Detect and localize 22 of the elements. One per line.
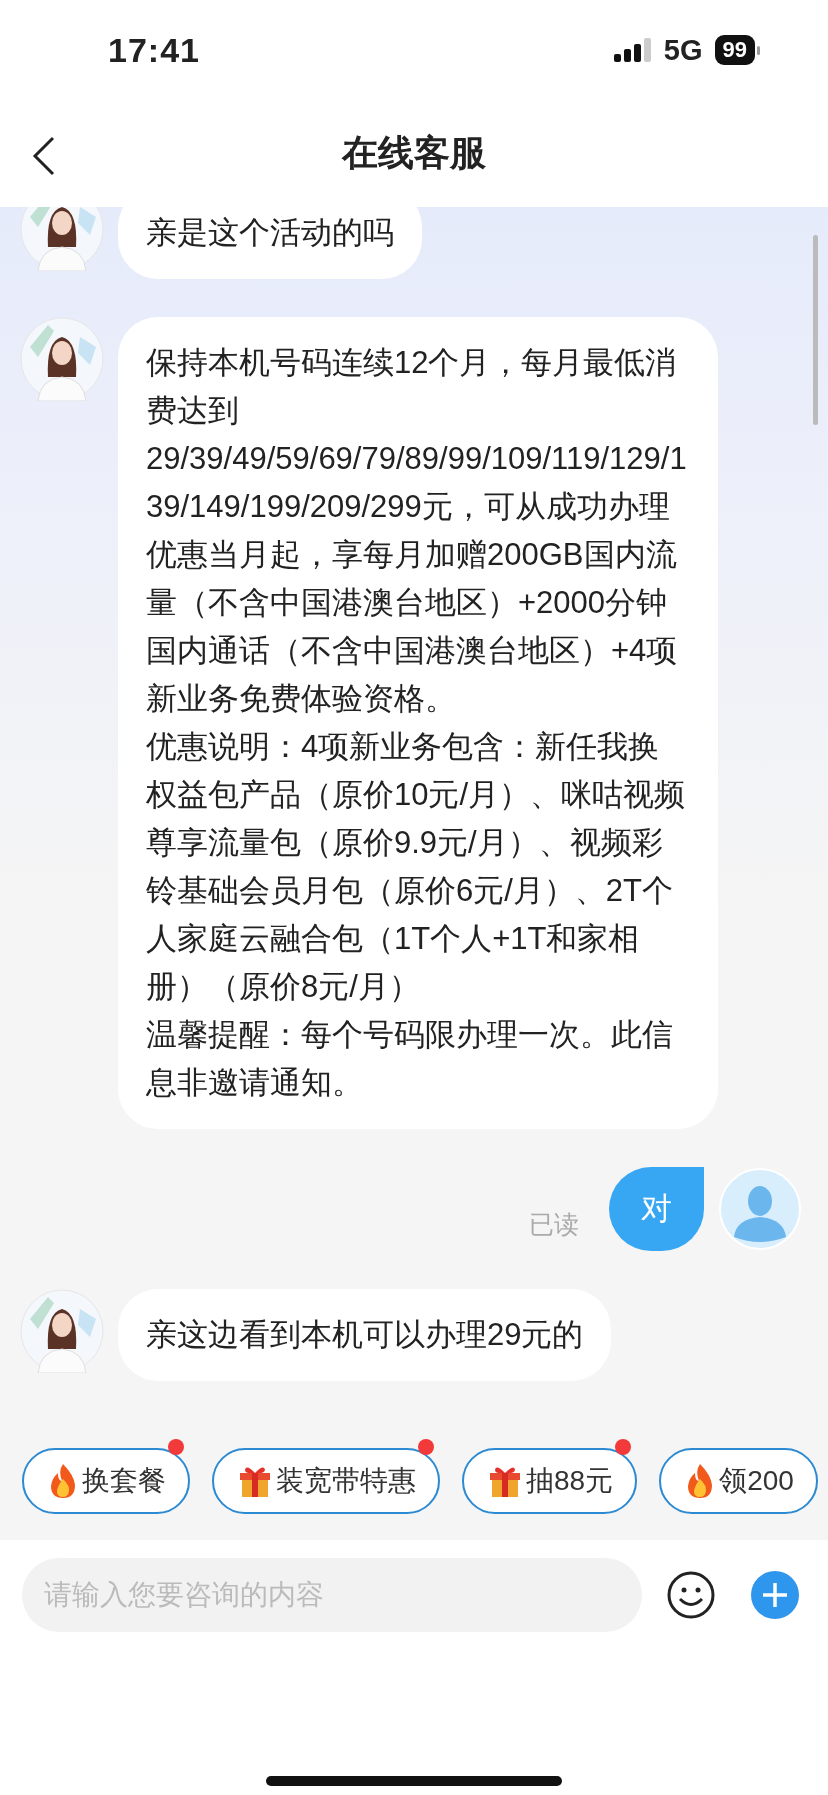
back-icon[interactable] <box>32 136 56 176</box>
message-text: 优惠说明：4项新业务包含：新任我换权益包产品（原价10元/月）、咪咕视频尊享流量包（原价9.9元/月）、视频彩铃基础会员月包（原价6元/月）、2T个人家庭云融合包（1T个人+1T和家相册）（原价8元/月） <box>146 728 687 1006</box>
scrollbar[interactable] <box>813 235 818 425</box>
quick-reply-chip[interactable]: 领200 <box>659 1448 818 1514</box>
page-title: 在线客服 <box>342 131 486 175</box>
battery-level: 99 <box>714 35 755 65</box>
message-text: 温馨提醒：每个号码限办理一次。此信息非邀请通知。 <box>146 1016 674 1102</box>
message-text: 保持本机号码连续12个月，每月最低消费达到29/39/49/59/69/79/89/99/109/119/129/139/149/199/209/299元，可从成功办理优惠当月起，享每月加赠200GB国内流量（不含中国港澳台地区）+2000分钟国内通话（不含中国港澳台地区）+4项新业务免费体验资格。 <box>146 344 688 718</box>
emoji-icon[interactable] <box>666 1570 716 1620</box>
user-avatar-icon <box>718 1167 802 1251</box>
quick-reply-chip[interactable]: 装宽带特惠 <box>212 1448 440 1514</box>
status-time: 17:41 <box>108 30 200 70</box>
message-text: 亲这边看到本机可以办理29元的 <box>146 1316 584 1354</box>
message-text: 亲是这个活动的吗 <box>146 214 394 252</box>
quick-reply-chip[interactable]: 抽88元 <box>462 1448 638 1514</box>
quick-reply-chip[interactable]: 换套餐 <box>22 1448 190 1514</box>
network-label: 5G <box>663 33 703 67</box>
signal-icon <box>613 38 652 62</box>
message-bubble: 对 <box>609 1167 704 1251</box>
add-icon[interactable] <box>750 1570 800 1620</box>
read-status: 已读 <box>529 1208 579 1240</box>
flame-icon <box>48 1463 78 1499</box>
